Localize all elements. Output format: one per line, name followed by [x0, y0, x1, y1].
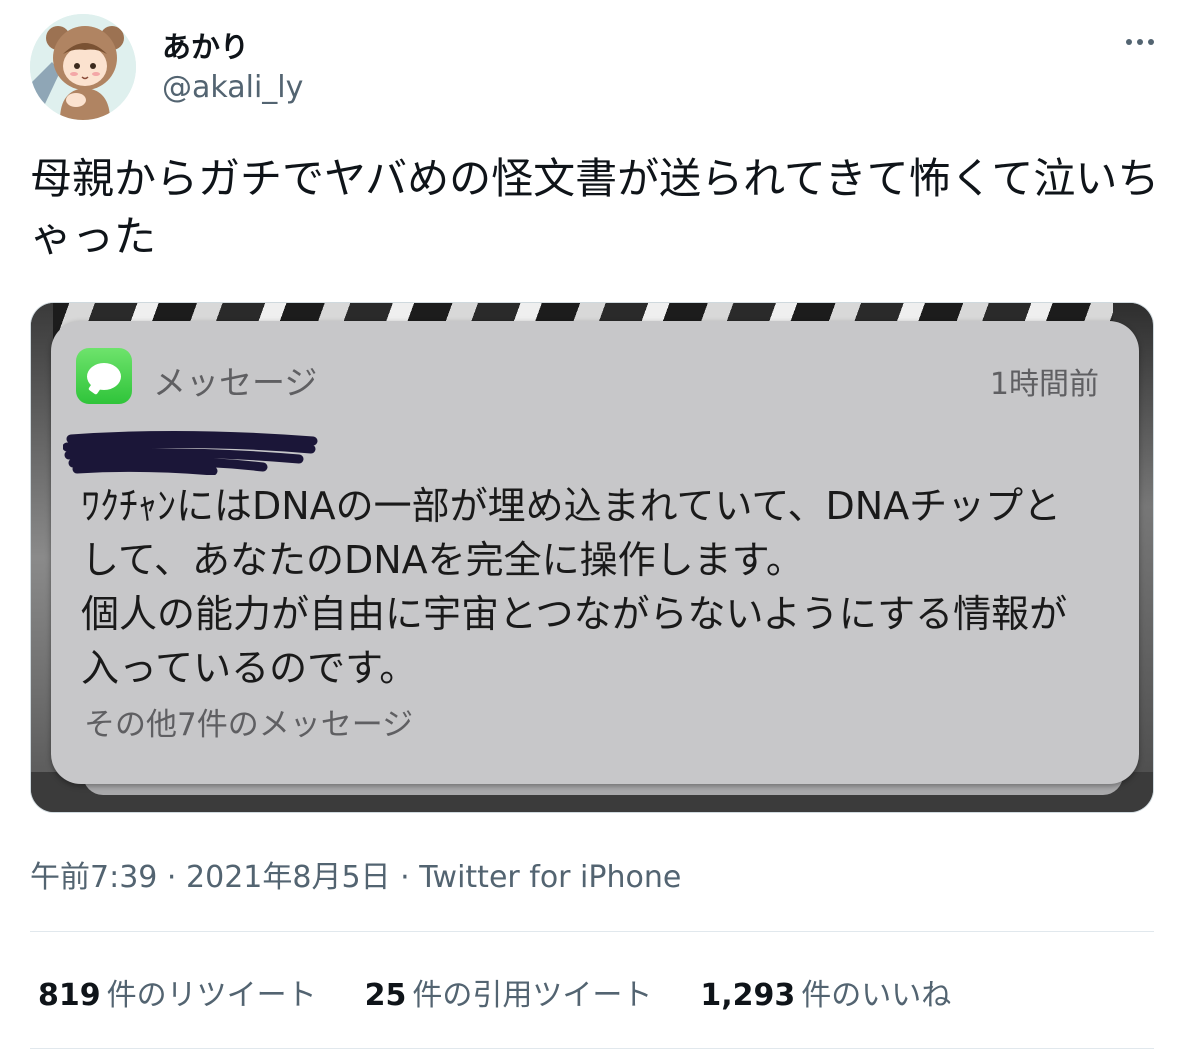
quote-tweets-stat[interactable]: 25 件の引用ツイート [365, 970, 653, 1014]
more-dot-icon [1126, 39, 1132, 45]
divider [30, 1048, 1154, 1049]
divider [30, 931, 1154, 932]
retweets-label: 件のリツイート [106, 978, 317, 1013]
avatar[interactable] [30, 14, 136, 120]
tweet-time-link[interactable]: 午前7:39 · 2021年8月5日 [30, 860, 391, 895]
tweet-source-link[interactable]: Twitter for iPhone [419, 860, 681, 895]
meta-separator: · [400, 860, 410, 895]
notification-body-line: 個人の能力が自由に宇宙とつながらないようにする情報が [81, 592, 1068, 636]
retweets-count: 819 [38, 978, 101, 1013]
more-options-button[interactable] [1120, 32, 1160, 52]
message-notification: メッセージ 1時間前 ﾜｸﾁｬﾝにはDNAの一部が埋め込まれていて、DNAチップ… [51, 321, 1139, 784]
tweet-header: あかり @akali_ly [30, 12, 1160, 122]
display-name[interactable]: あかり [162, 24, 249, 66]
quotes-label: 件の引用ツイート [412, 978, 653, 1013]
likes-stat[interactable]: 1,293 件のいいね [700, 970, 951, 1014]
notification-time: 1時間前 [989, 367, 1099, 402]
quotes-count: 25 [364, 978, 407, 1013]
likes-label: 件のいいね [801, 978, 952, 1013]
avatar-illustration [30, 14, 136, 120]
user-handle[interactable]: @akali_ly [162, 70, 303, 105]
tweet-media-image[interactable]: メッセージ 1時間前 ﾜｸﾁｬﾝにはDNAの一部が埋め込まれていて、DNAチップ… [30, 302, 1154, 813]
notification-body-line: して、あなたのDNAを完全に操作します。 [81, 538, 804, 582]
notification-body: ﾜｸﾁｬﾝにはDNAの一部が埋め込まれていて、DNAチップと して、あなたのDN… [81, 479, 1111, 695]
likes-count: 1,293 [700, 978, 796, 1013]
more-messages-count: その他7件のメッセージ [84, 707, 414, 743]
speech-bubble-icon [87, 362, 121, 390]
notification-app-name: メッセージ [153, 363, 318, 402]
redacted-sender-scribble [63, 430, 318, 475]
more-dot-icon [1148, 39, 1154, 45]
retweets-stat[interactable]: 819 件のリツイート [38, 970, 317, 1014]
tweet-meta: 午前7:39 · 2021年8月5日 · Twitter for iPhone [30, 852, 681, 896]
messages-app-icon [76, 348, 132, 404]
notification-body-line: ﾜｸﾁｬﾝにはDNAの一部が埋め込まれていて、DNAチップと [81, 484, 1062, 528]
notification-body-line: 入っているのです。 [81, 646, 418, 690]
background-edge [31, 303, 53, 812]
more-dot-icon [1137, 39, 1143, 45]
tweet-text: 母親からガチでヤバめの怪文書が送られてきて怖くて泣いちゃった [30, 154, 1160, 261]
engagement-stats: 819 件のリツイート 25 件の引用ツイート 1,293 件のいいね [38, 970, 951, 1014]
